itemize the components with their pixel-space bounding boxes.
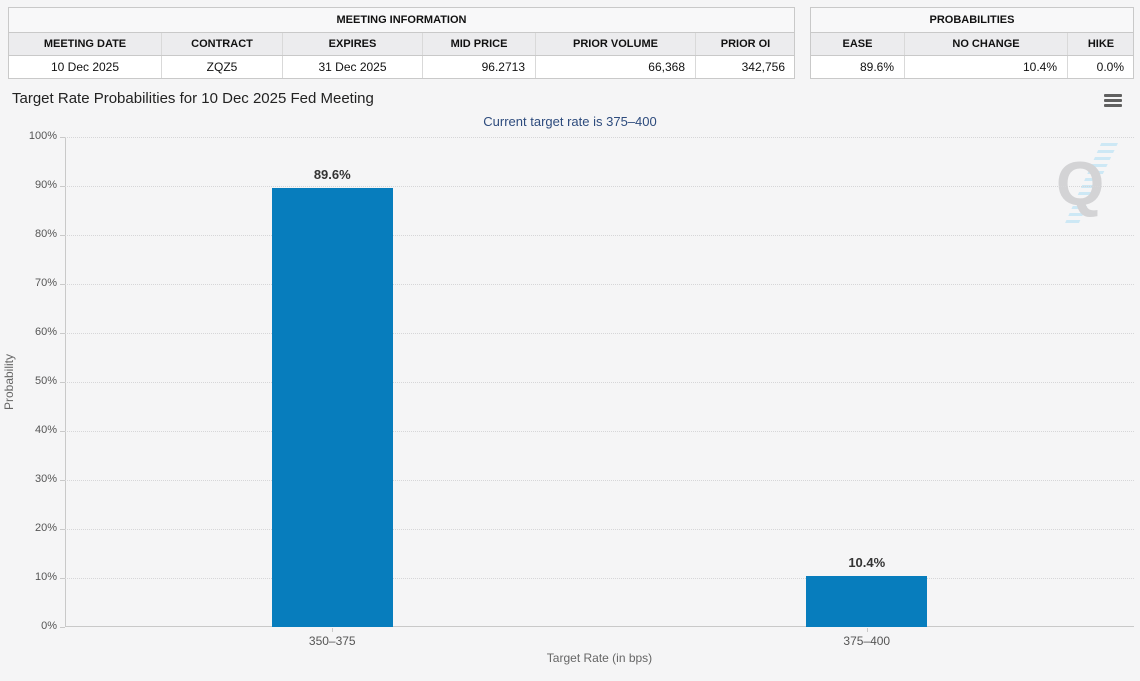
x-axis-label: 350–375 <box>308 634 356 648</box>
contract-value: ZQZ5 <box>161 56 282 78</box>
chart-subtitle: Current target rate is 375–400 <box>483 114 657 129</box>
y-axis-tick <box>60 333 65 334</box>
y-gridline <box>65 578 1134 579</box>
probability-bar[interactable] <box>271 188 393 627</box>
x-axis-tick <box>332 628 334 632</box>
probabilities-value-row: 89.6% 10.4% 0.0% <box>811 56 1133 78</box>
col-ease: EASE <box>842 38 873 50</box>
prior-volume-value: 66,368 <box>535 56 695 78</box>
bar-data-label: 10.4% <box>848 555 886 570</box>
menu-bar <box>1104 94 1122 97</box>
prior-oi-value: 342,756 <box>695 56 795 78</box>
y-axis-tick <box>60 578 65 579</box>
y-axis-tick <box>60 529 65 530</box>
y-gridline <box>65 529 1134 530</box>
y-axis-tick <box>60 480 65 481</box>
meeting-information-header-row: MEETING DATE CONTRACT EXPIRES MID PRICE … <box>9 33 794 56</box>
y-gridline <box>65 480 1134 481</box>
y-axis-label: 90% <box>34 179 57 191</box>
probabilities-header-row: EASE NO CHANGE HIKE <box>811 33 1133 56</box>
y-axis-label: 100% <box>28 130 57 142</box>
col-contract: CONTRACT <box>161 33 282 55</box>
y-axis-tick <box>60 382 65 383</box>
y-axis-title: Probability <box>2 353 16 411</box>
y-axis-label: 10% <box>34 571 57 583</box>
meeting-date-value: 10 Dec 2025 <box>50 60 120 74</box>
x-axis-title: Target Rate (in bps) <box>546 651 653 665</box>
y-axis-tick <box>60 186 65 187</box>
mid-price-value: 96.2713 <box>422 56 535 78</box>
bar-data-label: 89.6% <box>313 167 351 182</box>
col-hike: HIKE <box>1067 33 1134 55</box>
x-axis-tick <box>866 628 868 632</box>
y-gridline <box>65 284 1134 285</box>
expires-value: 31 Dec 2025 <box>282 56 422 78</box>
y-axis-label: 0% <box>41 620 57 632</box>
menu-bar <box>1104 99 1122 102</box>
probabilities-title: PROBABILITIES <box>811 8 1133 33</box>
no-change-value: 10.4% <box>904 56 1067 78</box>
ease-value: 89.6% <box>859 60 894 74</box>
col-meeting-date: MEETING DATE <box>43 38 127 50</box>
hamburger-menu-icon[interactable] <box>1104 94 1122 109</box>
y-axis-tick <box>60 431 65 432</box>
y-axis-tick <box>60 284 65 285</box>
y-gridline <box>65 186 1134 187</box>
col-mid-price: MID PRICE <box>422 33 535 55</box>
y-gridline <box>65 431 1134 432</box>
y-gridline <box>65 137 1134 138</box>
meeting-information-table: MEETING INFORMATION MEETING DATE CONTRAC… <box>8 7 795 79</box>
meeting-information-value-row: 10 Dec 2025 ZQZ5 31 Dec 2025 96.2713 66,… <box>9 56 794 78</box>
y-gridline <box>65 235 1134 236</box>
x-axis-label: 375–400 <box>843 634 891 648</box>
col-prior-oi: PRIOR OI <box>695 33 795 55</box>
col-prior-volume: PRIOR VOLUME <box>535 33 695 55</box>
fedwatch-tool-screen: MEETING INFORMATION MEETING DATE CONTRAC… <box>0 0 1140 681</box>
probabilities-table: PROBABILITIES EASE NO CHANGE HIKE 89.6% … <box>810 7 1134 79</box>
y-gridline <box>65 333 1134 334</box>
y-axis-tick <box>60 235 65 236</box>
meeting-information-title: MEETING INFORMATION <box>9 8 794 33</box>
y-axis-tick <box>60 137 65 138</box>
y-gridline <box>65 382 1134 383</box>
probability-bar[interactable] <box>806 576 928 627</box>
col-expires: EXPIRES <box>282 33 422 55</box>
hike-value: 0.0% <box>1067 56 1134 78</box>
menu-bar <box>1104 104 1122 107</box>
col-no-change: NO CHANGE <box>904 33 1067 55</box>
chart-title: Target Rate Probabilities for 10 Dec 202… <box>12 90 374 107</box>
y-axis-tick <box>60 627 65 628</box>
